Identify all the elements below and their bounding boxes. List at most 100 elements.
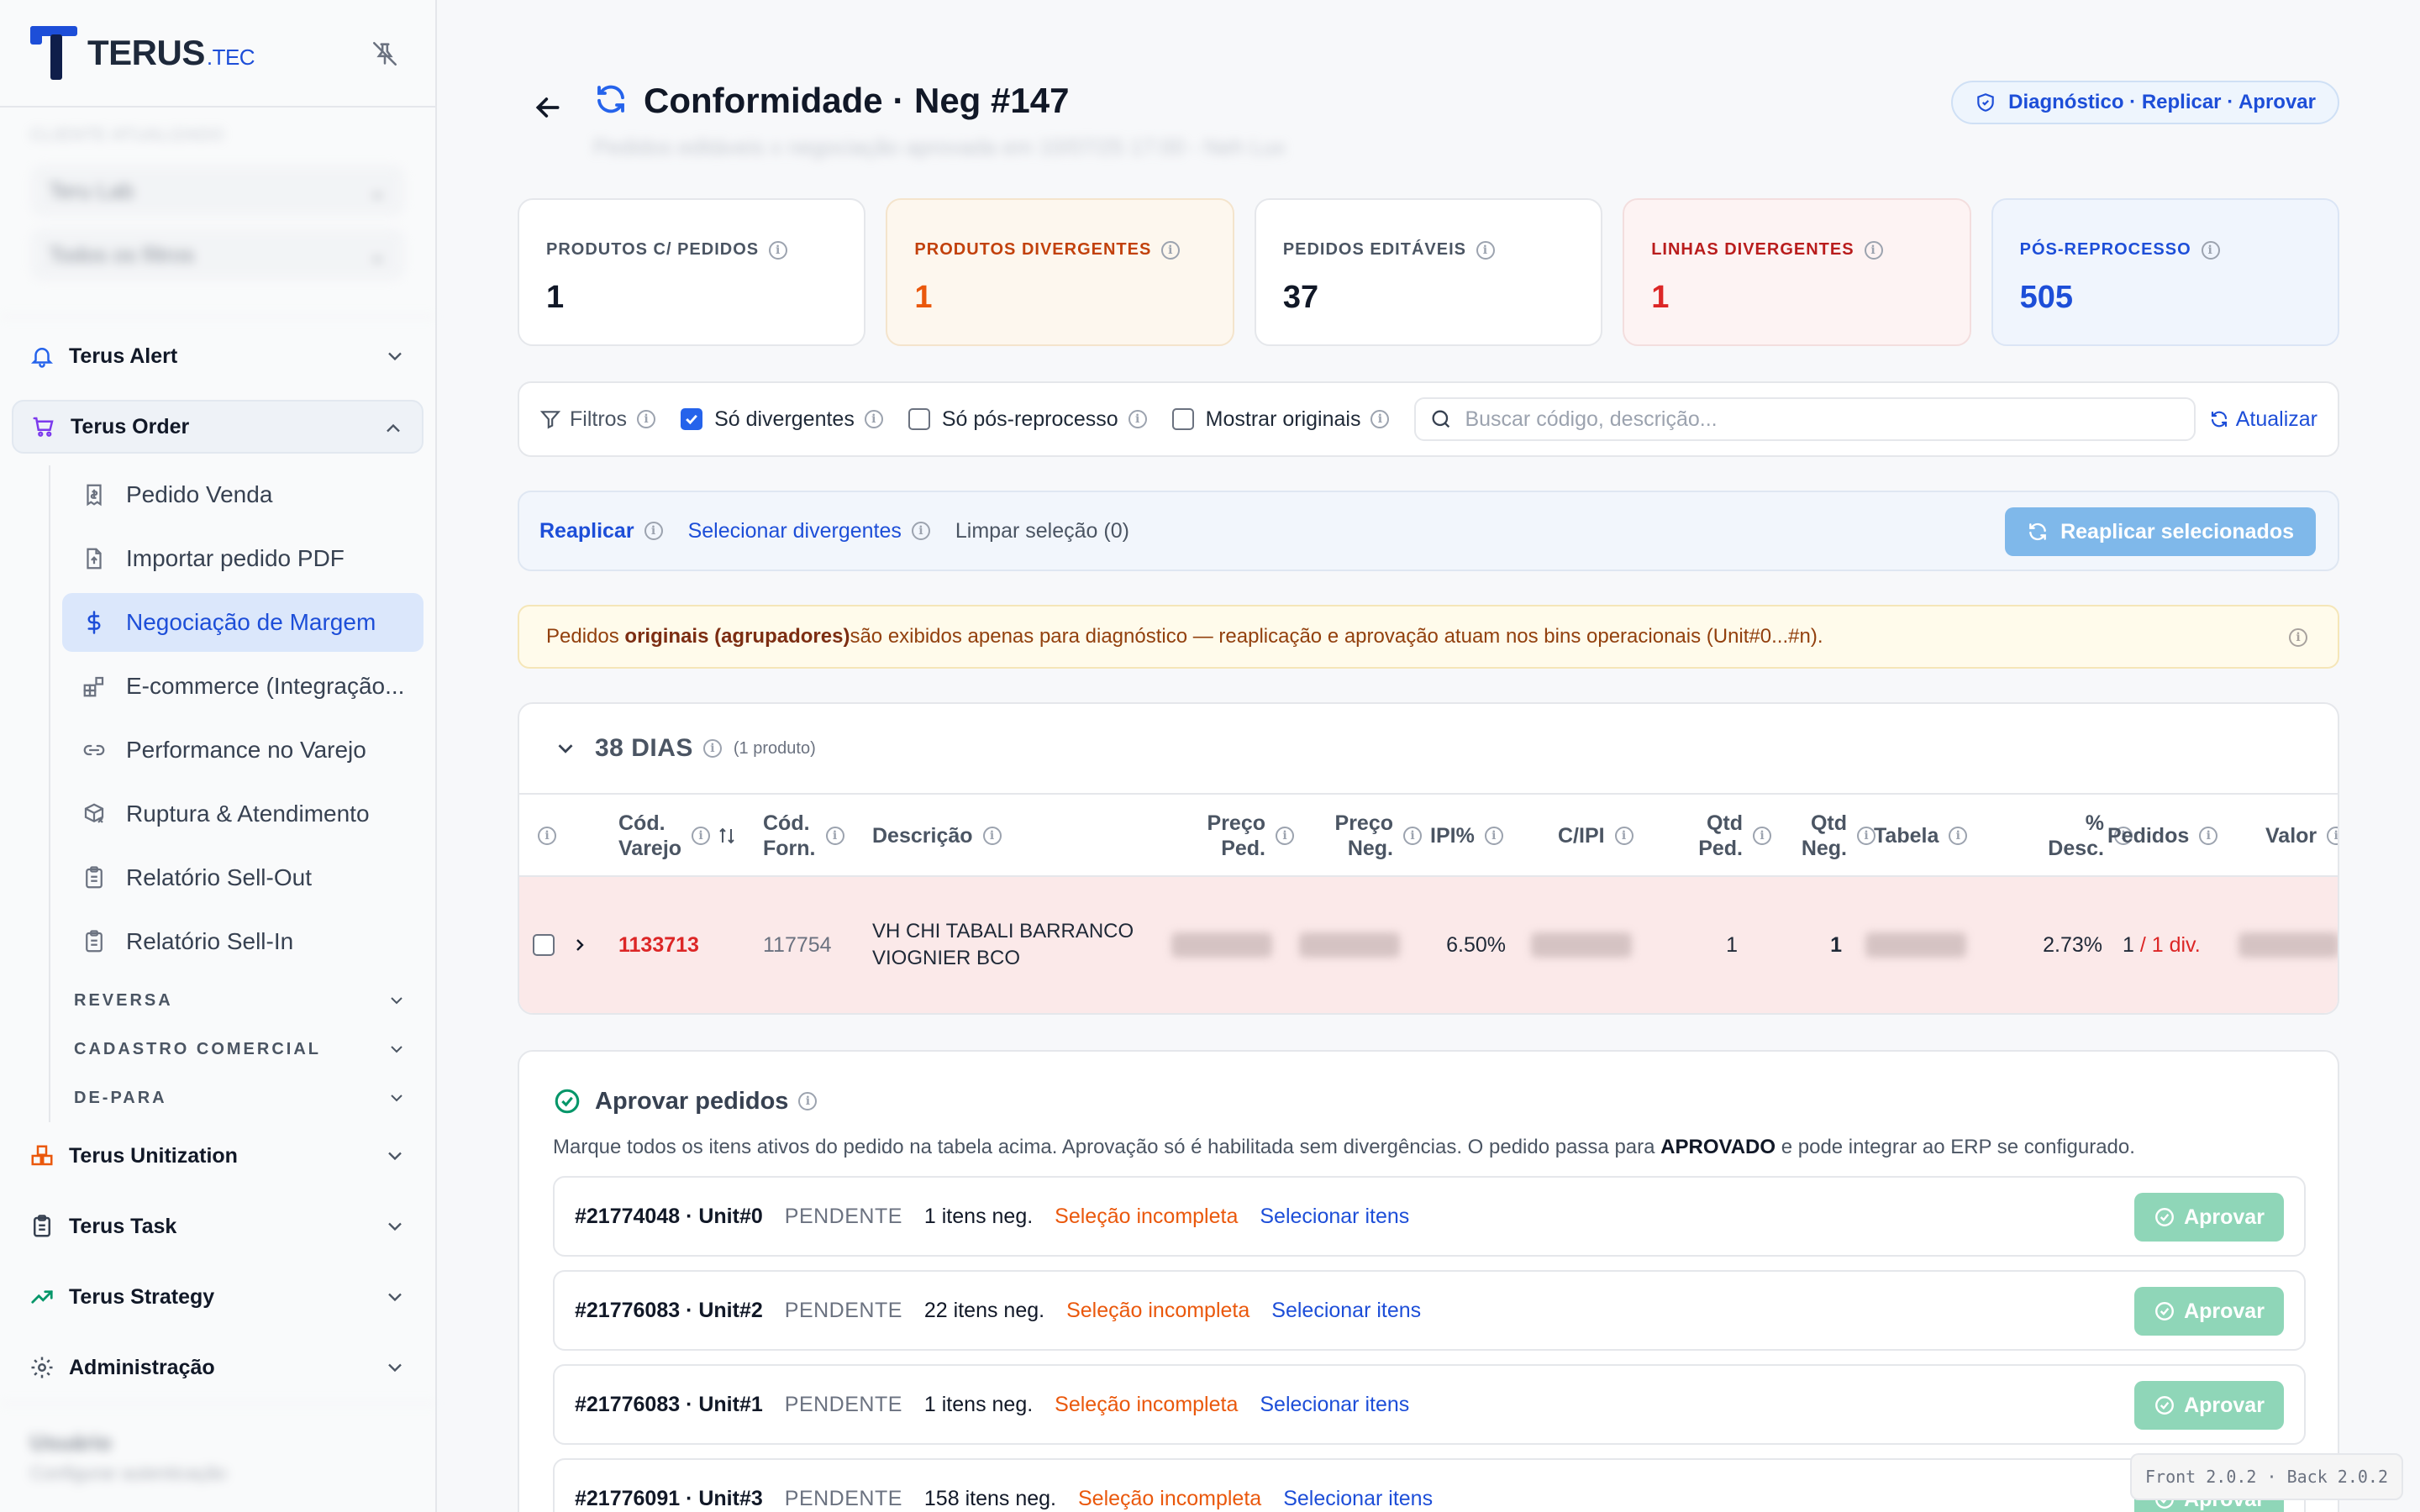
sort-icon[interactable] — [717, 826, 737, 846]
expand-row-icon[interactable] — [570, 877, 590, 1013]
nav-terus-task[interactable]: Terus Task — [12, 1200, 424, 1253]
approve-button[interactable]: Aprovar — [2134, 1287, 2284, 1336]
info-icon[interactable]: i — [2199, 827, 2218, 845]
info-icon[interactable]: i — [1864, 240, 1883, 260]
kpi-linhas-divergentes: LINHAS DIVERGENTES i 1 — [1623, 198, 1971, 346]
shield-check-icon — [1977, 93, 1994, 112]
order-items: 158 itens neg. — [923, 1486, 1056, 1510]
info-icon[interactable]: i — [1476, 240, 1495, 260]
trending-up-icon — [29, 1284, 55, 1310]
info-icon[interactable]: i — [637, 410, 656, 428]
info-icon[interactable]: i — [1403, 827, 1422, 845]
select-items-link[interactable]: Selecionar itens — [1283, 1487, 1433, 1511]
select-divergent-link[interactable]: Selecionar divergentes i — [688, 519, 930, 543]
info-icon[interactable]: i — [982, 827, 1002, 845]
search-input[interactable]: Buscar código, descrição... — [1414, 397, 2196, 441]
cell-pedidos[interactable]: 1 / 1 div. — [2123, 877, 2201, 1013]
order-row: #21776091 · Unit#3 PENDENTE 158 itens ne… — [553, 1458, 2306, 1512]
only-post-reprocess-checkbox[interactable]: Só pós-reprocesso i — [908, 407, 1147, 432]
approve-orders-card: Aprovar pedidos i Marque todos os itens … — [518, 1050, 2339, 1512]
chevron-down-icon — [388, 1222, 402, 1231]
file-upload-icon — [81, 545, 108, 572]
only-divergent-checkbox[interactable]: Só divergentes i — [681, 407, 883, 432]
info-icon[interactable]: i — [911, 522, 930, 540]
dollar-icon — [81, 609, 108, 636]
info-icon[interactable]: i — [1484, 827, 1503, 845]
unpin-sidebar-icon[interactable] — [368, 37, 402, 71]
chevron-down-icon[interactable] — [553, 736, 578, 761]
main-content: Conformidade · Neg #147 Pedidos editávei… — [518, 0, 2340, 1512]
nav-ecommerce[interactable]: E-commerce (Integração... — [62, 657, 424, 716]
order-items: 1 itens neg. — [923, 1392, 1034, 1416]
scope-select[interactable]: Todos os filtros ⌄ — [30, 228, 405, 281]
info-icon[interactable]: i — [798, 1092, 818, 1110]
info-icon[interactable]: i — [1276, 827, 1294, 845]
approve-button[interactable]: Aprovar — [2134, 1193, 2284, 1242]
info-icon[interactable]: i — [1949, 827, 1968, 845]
nav-administracao[interactable]: Administração — [12, 1341, 424, 1394]
checkbox-unchecked[interactable] — [1171, 408, 1194, 430]
clipboard-icon — [81, 864, 108, 891]
back-arrow-icon[interactable] — [531, 91, 565, 124]
info-icon[interactable]: i — [538, 827, 556, 845]
select-items-link[interactable]: Selecionar itens — [1260, 1393, 1409, 1417]
row-checkbox[interactable] — [533, 877, 555, 1013]
clear-selection-link[interactable]: Limpar seleção (0) — [955, 519, 1129, 543]
info-icon[interactable]: i — [702, 739, 722, 758]
info-icon[interactable]: i — [1161, 240, 1181, 260]
cell-cod-varejo[interactable]: 1133713 — [618, 877, 699, 1013]
info-icon[interactable]: i — [692, 827, 711, 845]
select-items-link[interactable]: Selecionar itens — [1260, 1205, 1409, 1229]
check-circle-icon — [555, 1089, 580, 1114]
chevron-down-icon — [388, 352, 402, 361]
info-icon[interactable]: i — [825, 827, 844, 845]
checkbox-unchecked[interactable] — [908, 408, 930, 430]
page-header: Conformidade · Neg #147 Pedidos editávei… — [518, 0, 2339, 185]
info-icon[interactable]: i — [1128, 410, 1147, 428]
nav-terus-order[interactable]: Terus Order — [12, 400, 424, 454]
order-id: #21776091 · Unit#3 — [575, 1486, 763, 1510]
cart-icon — [30, 413, 57, 440]
info-icon[interactable]: i — [1857, 827, 1876, 845]
page-title: Conformidade · Neg #147 — [644, 81, 1070, 120]
table-row[interactable]: 1133713 117754 VH CHI TABALI BARRANCO VIO… — [519, 877, 2338, 1013]
info-icon[interactable]: i — [1614, 827, 1634, 845]
nav-importar-pdf[interactable]: Importar pedido PDF — [62, 529, 424, 588]
nav-group-cadastro-comercial[interactable]: CADASTRO COMERCIAL — [62, 1025, 424, 1074]
select-items-link[interactable]: Selecionar itens — [1271, 1299, 1421, 1323]
info-icon[interactable]: i — [864, 410, 883, 428]
show-originals-checkbox[interactable]: Mostrar originais i — [1171, 407, 1390, 432]
nav-performance-varejo[interactable]: Performance no Varejo — [62, 721, 424, 780]
divergence-table-card: 38 DIAS i (1 produto) i Cód. Varejo i Cód… — [518, 702, 2339, 1015]
refresh-button[interactable]: Atualizar — [2209, 407, 2317, 432]
order-warning: Seleção incompleta — [1055, 1204, 1239, 1228]
nav-relatorio-sell-in[interactable]: Relatório Sell-In — [62, 912, 424, 971]
approve-button[interactable]: Aprovar — [2134, 1381, 2284, 1430]
nav-relatorio-sell-out[interactable]: Relatório Sell-Out — [62, 848, 424, 907]
info-icon[interactable]: i — [2289, 628, 2307, 647]
nav-ruptura-atendimento[interactable]: Ruptura & Atendimento — [62, 785, 424, 843]
order-id: #21774048 · Unit#0 — [575, 1204, 763, 1228]
chevron-up-icon — [387, 423, 400, 433]
info-icon[interactable]: i — [769, 240, 788, 260]
checkbox-checked[interactable] — [681, 408, 703, 430]
nav-negociacao-margem[interactable]: Negociação de Margem — [62, 593, 424, 652]
info-icon[interactable]: i — [2327, 827, 2338, 845]
nav-group-de-para[interactable]: DE-PARA — [62, 1074, 424, 1122]
replicate-selected-button[interactable]: Reaplicar selecionados — [2005, 507, 2316, 556]
group-header[interactable]: 38 DIAS i (1 produto) — [519, 704, 2338, 795]
nav-terus-alert[interactable]: Terus Alert — [12, 329, 424, 383]
col-ipi: IPI% i — [1430, 795, 1503, 877]
info-icon[interactable]: i — [2201, 240, 2220, 260]
info-icon[interactable]: i — [1370, 410, 1390, 428]
order-row: #21776083 · Unit#2 PENDENTE 22 itens neg… — [553, 1270, 2306, 1351]
kpi-produtos-divergentes: PRODUTOS DIVERGENTES i 1 — [886, 198, 1234, 346]
user-profile[interactable]: Usuário Configurar autenticação — [0, 1403, 437, 1512]
nav-terus-unitization[interactable]: Terus Unitization — [12, 1129, 424, 1183]
info-icon[interactable]: i — [644, 522, 663, 540]
col-cod-varejo[interactable]: Cód. Varejo i — [618, 795, 737, 877]
nav-pedido-venda[interactable]: Pedido Venda — [62, 465, 424, 524]
nav-group-reversa[interactable]: REVERSA — [62, 976, 424, 1025]
nav-terus-strategy[interactable]: Terus Strategy — [12, 1270, 424, 1324]
client-select[interactable]: Teru Lab ⌄ — [30, 165, 405, 217]
